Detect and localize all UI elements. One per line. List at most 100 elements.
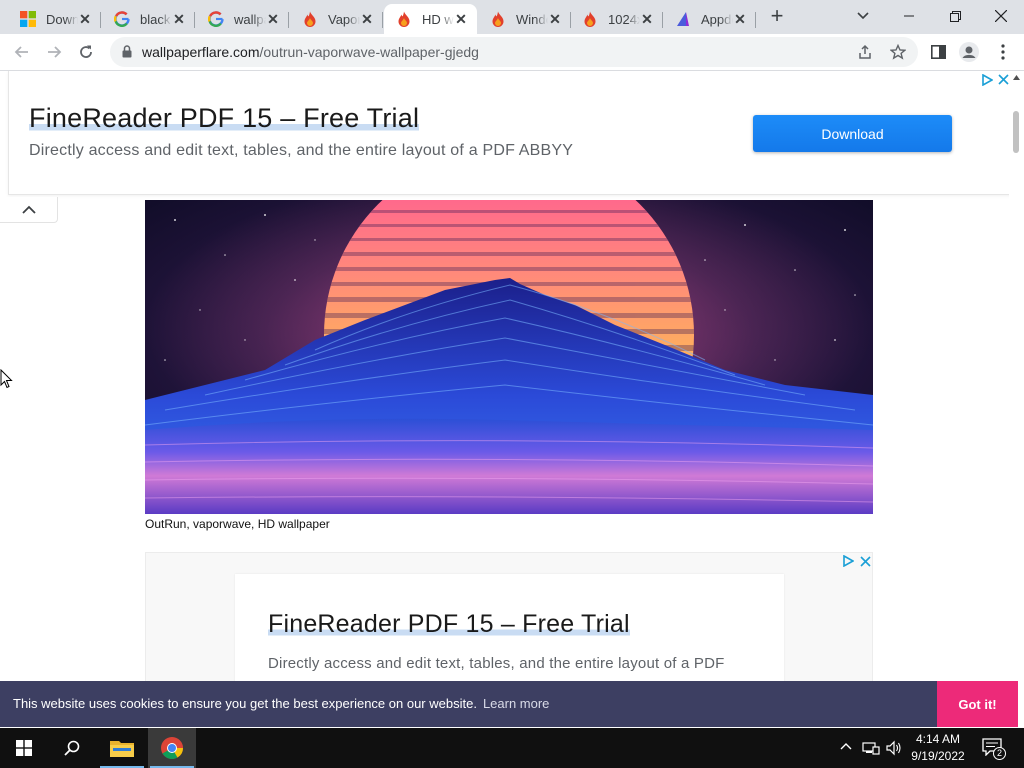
browser-tab[interactable]: Vaporwave✕	[290, 4, 383, 34]
ad-close-icon[interactable]	[860, 556, 871, 567]
restore-button[interactable]	[932, 0, 978, 32]
tab-close-icon[interactable]: ✕	[639, 11, 655, 27]
share-icon[interactable]	[857, 44, 873, 60]
wallpaper-image[interactable]	[145, 200, 873, 514]
kebab-menu-icon	[1001, 44, 1005, 60]
tab-separator	[194, 12, 195, 28]
notification-count-badge: 2	[993, 747, 1006, 760]
browser-tab[interactable]: black ✕	[102, 4, 195, 34]
windows-logo-icon	[20, 11, 36, 27]
side-panel-icon	[930, 45, 946, 59]
profile-button[interactable]	[956, 39, 982, 65]
outrun-artwork	[145, 200, 873, 514]
volume-icon[interactable]	[886, 740, 902, 756]
bottom-ad-text: Directly access and edit text, tables, a…	[268, 655, 725, 672]
page-scrollbar[interactable]	[1009, 71, 1024, 681]
tab-close-icon[interactable]: ✕	[171, 11, 187, 27]
side-panel-button[interactable]	[925, 39, 951, 65]
tab-close-icon[interactable]: ✕	[359, 11, 375, 27]
windows-start-icon	[16, 740, 32, 756]
ad-choices-icon[interactable]	[981, 74, 993, 86]
minimize-icon	[904, 15, 914, 17]
top-ad-title-wrap: FineReader PDF 15 – Free Trial	[29, 103, 420, 134]
start-button[interactable]	[0, 728, 48, 768]
google-g-icon	[208, 11, 224, 27]
chevron-up-icon[interactable]	[840, 742, 852, 750]
url-domain: wallpaperflare.com	[142, 44, 260, 60]
back-button[interactable]	[9, 39, 35, 65]
url-text: wallpaperflare.com/outrun-vaporwave-wall…	[142, 44, 479, 60]
tab-close-icon[interactable]: ✕	[547, 11, 563, 27]
notification-center-button[interactable]: 2	[982, 738, 1006, 760]
bottom-ad-card[interactable]: FineReader PDF 15 – Free Trial Directly …	[235, 574, 784, 681]
tab-title: 1024x768	[608, 11, 640, 27]
network-icon[interactable]	[862, 741, 880, 755]
ad-close-icon[interactable]	[998, 74, 1009, 85]
collapse-ad-button[interactable]	[0, 197, 58, 223]
restore-icon	[949, 10, 961, 22]
wallpaperflare-flame-icon	[490, 11, 506, 27]
file-explorer-button[interactable]	[98, 728, 146, 768]
chrome-taskbar-button[interactable]	[148, 728, 196, 768]
browser-toolbar: wallpaperflare.com/outrun-vaporwave-wall…	[0, 34, 1024, 71]
browser-tab[interactable]: Download✕	[8, 4, 101, 34]
new-tab-button[interactable]: +	[766, 5, 788, 28]
tab-close-icon[interactable]: ✕	[732, 11, 748, 27]
search-icon	[64, 740, 80, 756]
reload-button[interactable]	[73, 39, 99, 65]
chevron-down-icon	[857, 12, 869, 20]
tab-title: HD wallpaper	[422, 11, 454, 27]
browser-tab[interactable]: Windows✕	[478, 4, 571, 34]
wallpaperflare-flame-icon	[302, 11, 318, 27]
wallpaperflare-flame-icon	[396, 11, 412, 27]
browser-tab[interactable]: HD wallpaper✕	[384, 4, 477, 34]
close-window-button[interactable]	[978, 0, 1024, 32]
image-caption: OutRun, vaporwave, HD wallpaper	[145, 517, 330, 531]
lock-icon	[122, 45, 132, 58]
browser-tab[interactable]: 1024x768✕	[570, 4, 663, 34]
scroll-up-icon[interactable]	[1013, 75, 1020, 80]
arrow-right-icon	[48, 46, 62, 58]
tab-close-icon[interactable]: ✕	[453, 11, 469, 27]
top-ad-title[interactable]: FineReader PDF 15 – Free Trial	[29, 103, 420, 134]
arrow-left-icon	[14, 46, 28, 58]
ad-choices-icon[interactable]	[842, 555, 854, 567]
system-clock[interactable]: 4:14 AM 9/19/2022	[905, 731, 971, 765]
cookie-consent-bar: This website uses cookies to ensure you …	[0, 681, 1018, 727]
windows-taskbar: 4:14 AM 9/19/2022 2	[0, 728, 1024, 768]
folder-icon	[110, 741, 134, 757]
menu-button[interactable]	[990, 39, 1016, 65]
tab-title: Windows	[516, 11, 548, 27]
top-ad-banner[interactable]: FineReader PDF 15 – Free Trial Directly …	[8, 71, 1012, 195]
reload-icon	[80, 45, 92, 58]
tab-separator	[100, 12, 101, 28]
tab-close-icon[interactable]: ✕	[77, 11, 93, 27]
tab-close-icon[interactable]: ✕	[265, 11, 281, 27]
close-icon	[995, 10, 1007, 22]
clock-date: 9/19/2022	[911, 749, 965, 763]
star-icon[interactable]	[890, 44, 906, 60]
tab-title: Download	[46, 11, 78, 27]
bottom-ad-banner[interactable]: FineReader PDF 15 – Free Trial Directly …	[145, 552, 873, 681]
ad-download-button[interactable]: Download	[753, 115, 952, 152]
browser-tab[interactable]: wallpaper✕	[196, 4, 289, 34]
mouse-cursor-icon	[0, 369, 13, 389]
scrollbar-thumb[interactable]	[1013, 111, 1019, 153]
tab-title: Vaporwave	[328, 11, 360, 27]
address-bar[interactable]: wallpaperflare.com/outrun-vaporwave-wall…	[110, 37, 918, 67]
forward-button[interactable]	[41, 39, 67, 65]
wallpaperflare-flame-icon	[582, 11, 598, 27]
tab-search-button[interactable]	[840, 0, 886, 32]
tab-title: wallpaper	[234, 11, 266, 27]
tab-separator	[755, 12, 756, 28]
clock-time: 4:14 AM	[915, 732, 961, 746]
minimize-button[interactable]	[886, 0, 932, 32]
got-it-button[interactable]: Got it!	[937, 681, 1018, 727]
chevron-up-icon	[21, 205, 36, 214]
browser-tab[interactable]: Appdome✕	[663, 4, 756, 34]
learn-more-link[interactable]: Learn more	[483, 696, 549, 711]
cookie-text: This website uses cookies to ensure you …	[13, 696, 477, 711]
bottom-ad-title[interactable]: FineReader PDF 15 – Free Trial	[268, 610, 630, 639]
taskbar-search-button[interactable]	[48, 728, 96, 768]
avatar-icon	[959, 42, 979, 62]
